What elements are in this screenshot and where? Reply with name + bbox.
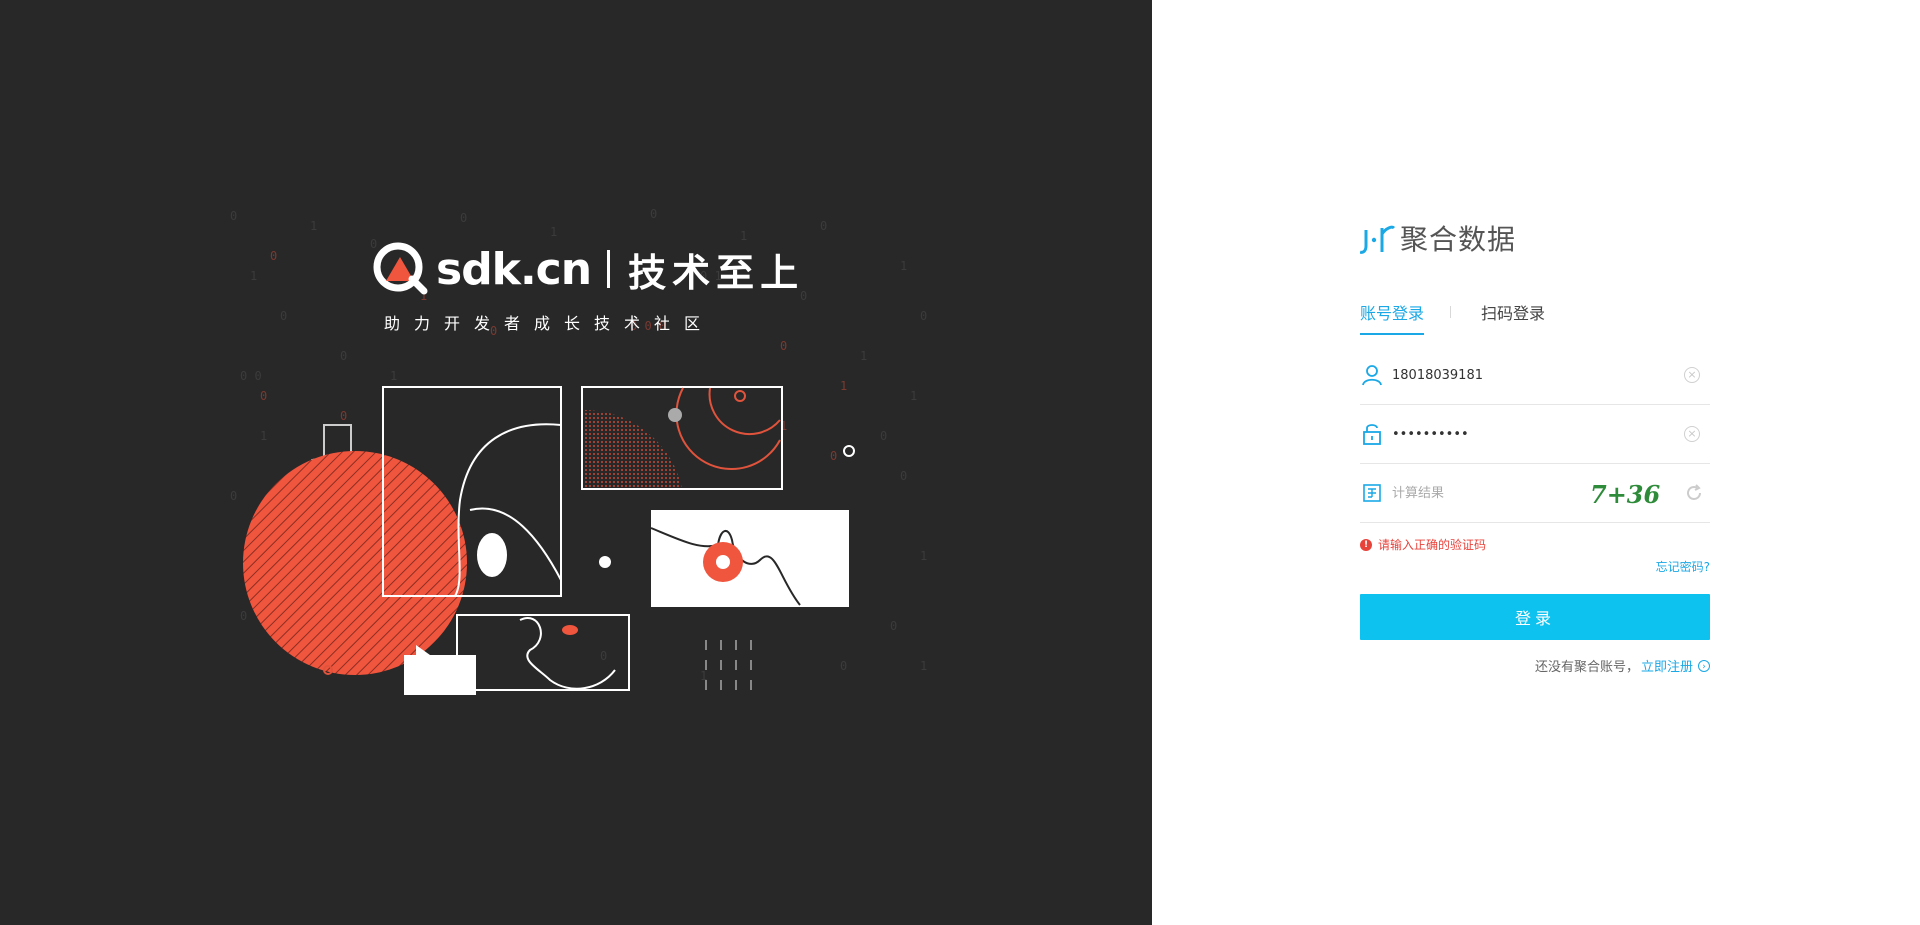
svg-text:0: 0	[900, 469, 907, 483]
svg-text:0: 0	[230, 489, 237, 503]
svg-text:1: 1	[550, 225, 557, 239]
svg-text:1: 1	[910, 389, 917, 403]
svg-text:0: 0	[230, 209, 237, 223]
clear-password-icon[interactable]: ×	[1684, 426, 1700, 442]
forgot-password-link[interactable]: 忘记密码?	[1656, 558, 1710, 575]
svg-text:0: 0	[890, 619, 897, 633]
login-tabs: 账号登录 扫码登录	[1360, 300, 1545, 335]
svg-text:0: 0	[340, 409, 347, 423]
arrow-right-icon: ›	[1698, 659, 1710, 672]
svg-text:1: 1	[900, 259, 907, 273]
svg-text:1: 1	[260, 429, 267, 443]
svg-text:0: 0	[650, 207, 657, 221]
svg-text:0 0: 0 0	[240, 369, 262, 383]
svg-text:0: 0	[880, 429, 887, 443]
illustration-panel: 0100 1010 1100 0 1010 1010 010 10 1001 0…	[0, 0, 1152, 925]
svg-text:0: 0	[280, 309, 287, 323]
svg-text:1: 1	[390, 369, 397, 383]
register-row: 还没有聚合账号， 立即注册 ›	[1535, 656, 1710, 675]
juhe-logo-icon	[1360, 225, 1396, 254]
lock-icon	[1360, 422, 1384, 446]
svg-text:0: 0	[920, 309, 927, 323]
register-prompt: 还没有聚合账号，	[1534, 660, 1639, 675]
brand-name: sdk.cn	[436, 243, 592, 295]
register-link-text: 立即注册	[1640, 660, 1693, 675]
password-input[interactable]	[1392, 419, 1684, 449]
svg-text:0: 0	[240, 609, 247, 623]
login-button[interactable]: 登录	[1360, 594, 1710, 640]
password-field: ×	[1360, 405, 1710, 464]
svg-text:0: 0	[820, 219, 827, 233]
svg-text:0: 0	[780, 339, 787, 353]
svg-text:0: 0	[830, 449, 837, 463]
clear-username-icon[interactable]: ×	[1684, 367, 1700, 383]
sdk-brand: sdk.cn 技术至上	[372, 238, 804, 300]
svg-text:1: 1	[840, 379, 847, 393]
user-icon	[1360, 363, 1384, 387]
username-field: ×	[1360, 346, 1710, 405]
captcha-image[interactable]: 7+36	[1588, 476, 1668, 510]
sdk-logo-icon	[373, 242, 428, 295]
brand-subtitle: 助力开发者成长技术社区	[384, 314, 715, 333]
svg-text:1: 1	[860, 349, 867, 363]
keypad-icon	[1360, 481, 1384, 505]
login-panel: 聚合数据 账号登录 扫码登录 × ×	[1152, 0, 1920, 925]
username-input[interactable]	[1392, 360, 1684, 390]
svg-text:0: 0	[600, 649, 607, 663]
svg-text:1: 1	[920, 659, 927, 673]
svg-text:0: 0	[840, 659, 847, 673]
captcha-text: 7+36	[1590, 480, 1661, 509]
captcha-field: 7+36	[1360, 464, 1710, 523]
logo-text: 聚合数据	[1400, 223, 1517, 256]
brand-slogan: 技术至上	[628, 250, 805, 295]
error-text: 请输入正确的验证码	[1378, 538, 1487, 552]
svg-text:0: 0	[270, 249, 277, 263]
tab-account-login[interactable]: 账号登录	[1360, 300, 1425, 335]
tab-qrcode-login[interactable]: 扫码登录	[1481, 300, 1545, 324]
svg-text:1: 1	[310, 219, 317, 233]
error-icon: !	[1360, 538, 1372, 551]
tab-divider	[1450, 306, 1452, 318]
register-link[interactable]: 立即注册 ›	[1641, 656, 1710, 675]
svg-text:0: 0	[340, 349, 347, 363]
captcha-input[interactable]	[1392, 478, 1588, 508]
juhe-logo: 聚合数据	[1360, 216, 1710, 260]
svg-text:1: 1	[250, 269, 257, 283]
svg-text:0: 0	[460, 211, 467, 225]
brand-divider	[607, 250, 611, 288]
refresh-captcha-icon[interactable]	[1684, 483, 1704, 503]
svg-text:0: 0	[260, 389, 267, 403]
error-message: ! 请输入正确的验证码	[1360, 536, 1486, 553]
login-form: 聚合数据 账号登录 扫码登录 × ×	[1360, 216, 1710, 675]
svg-text:1: 1	[920, 549, 927, 563]
